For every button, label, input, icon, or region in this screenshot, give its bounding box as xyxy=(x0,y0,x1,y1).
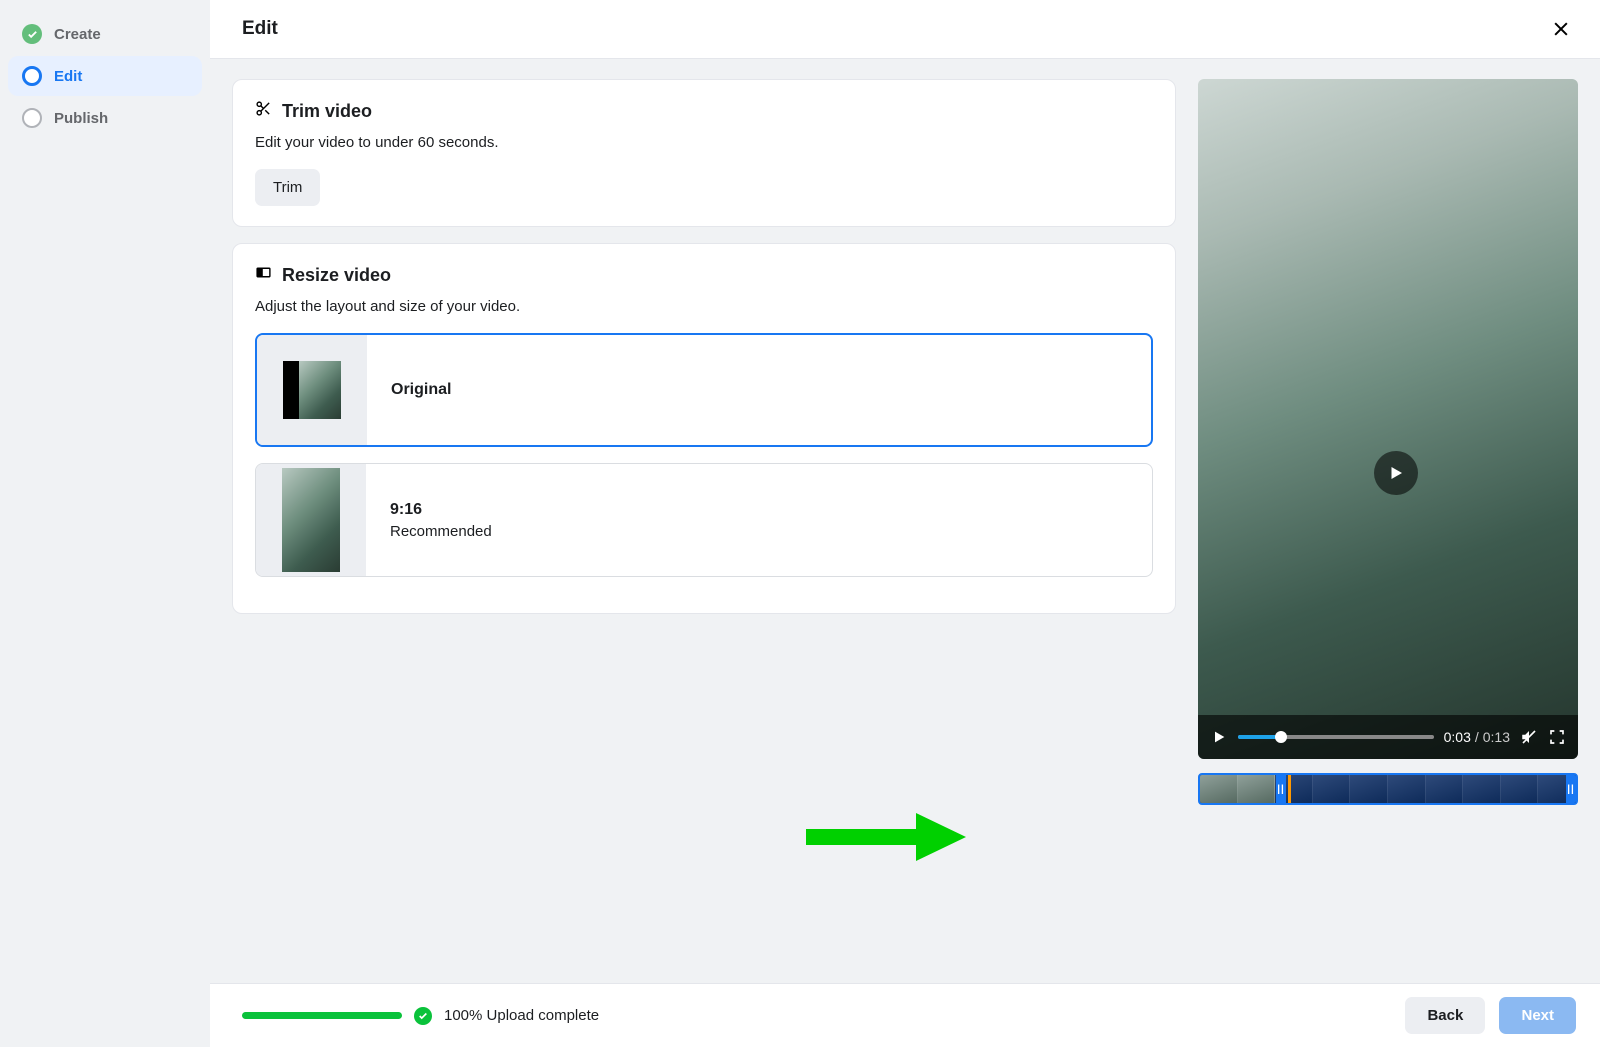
resize-desc: Adjust the layout and size of your video… xyxy=(255,298,1153,315)
trim-card: Trim video Edit your video to under 60 s… xyxy=(232,79,1176,227)
timeline-playhead[interactable] xyxy=(1288,773,1291,805)
option-title: 9:16 xyxy=(390,501,492,519)
seek-bar[interactable] xyxy=(1238,735,1434,739)
page-title: Edit xyxy=(242,18,278,40)
resize-option-916[interactable]: 9:16 Recommended xyxy=(255,463,1153,577)
upload-progress-bar xyxy=(242,1012,402,1019)
resize-title: Resize video xyxy=(255,264,1153,286)
step-edit[interactable]: Edit xyxy=(8,56,202,96)
step-create[interactable]: Create xyxy=(8,14,202,54)
check-icon xyxy=(22,24,42,44)
next-button[interactable]: Next xyxy=(1499,997,1576,1034)
bottom-bar: 100% Upload complete Back Next xyxy=(210,983,1600,1047)
back-button[interactable]: Back xyxy=(1405,997,1485,1034)
active-step-icon xyxy=(22,66,42,86)
resize-card: Resize video Adjust the layout and size … xyxy=(232,243,1176,614)
resize-title-text: Resize video xyxy=(282,265,391,286)
option-thumb xyxy=(256,464,366,576)
main-panel: Edit Trim video Edit your vid xyxy=(210,0,1600,1047)
close-button[interactable] xyxy=(1546,14,1576,44)
aspect-ratio-icon xyxy=(255,264,272,286)
content-area: Trim video Edit your video to under 60 s… xyxy=(210,59,1600,983)
trim-desc: Edit your video to under 60 seconds. xyxy=(255,134,1153,151)
step-label: Edit xyxy=(54,68,82,85)
upload-status: 100% Upload complete xyxy=(242,1007,599,1025)
option-subtitle: Recommended xyxy=(390,523,492,540)
scissors-icon xyxy=(255,100,272,122)
settings-column: Trim video Edit your video to under 60 s… xyxy=(232,79,1176,963)
trim-handle-left[interactable]: || xyxy=(1276,775,1286,803)
step-label: Create xyxy=(54,26,101,43)
trim-handle-right[interactable]: || xyxy=(1566,775,1576,803)
fullscreen-icon[interactable] xyxy=(1548,728,1566,746)
step-label: Publish xyxy=(54,110,108,127)
pending-step-icon xyxy=(22,108,42,128)
topbar: Edit xyxy=(210,0,1600,59)
play-button[interactable] xyxy=(1210,728,1228,746)
preview-column: 0:03 / 0:13 xyxy=(1198,79,1578,963)
upload-status-text: 100% Upload complete xyxy=(444,1007,599,1024)
play-icon[interactable] xyxy=(1374,451,1418,495)
trim-timeline[interactable]: || || xyxy=(1198,773,1578,805)
mute-icon[interactable] xyxy=(1520,728,1538,746)
option-title: Original xyxy=(391,381,451,399)
nav-buttons: Back Next xyxy=(1395,997,1576,1034)
option-thumb xyxy=(257,335,367,445)
timecode: 0:03 / 0:13 xyxy=(1444,729,1510,745)
step-publish[interactable]: Publish xyxy=(8,98,202,138)
resize-option-original[interactable]: Original xyxy=(255,333,1153,447)
trim-title-text: Trim video xyxy=(282,101,372,122)
video-controls: 0:03 / 0:13 xyxy=(1198,715,1578,759)
video-preview[interactable]: 0:03 / 0:13 xyxy=(1198,79,1578,759)
trim-title: Trim video xyxy=(255,100,1153,122)
wizard-sidebar: Create Edit Publish xyxy=(0,0,210,1047)
check-icon xyxy=(414,1007,432,1025)
trim-button[interactable]: Trim xyxy=(255,169,320,206)
